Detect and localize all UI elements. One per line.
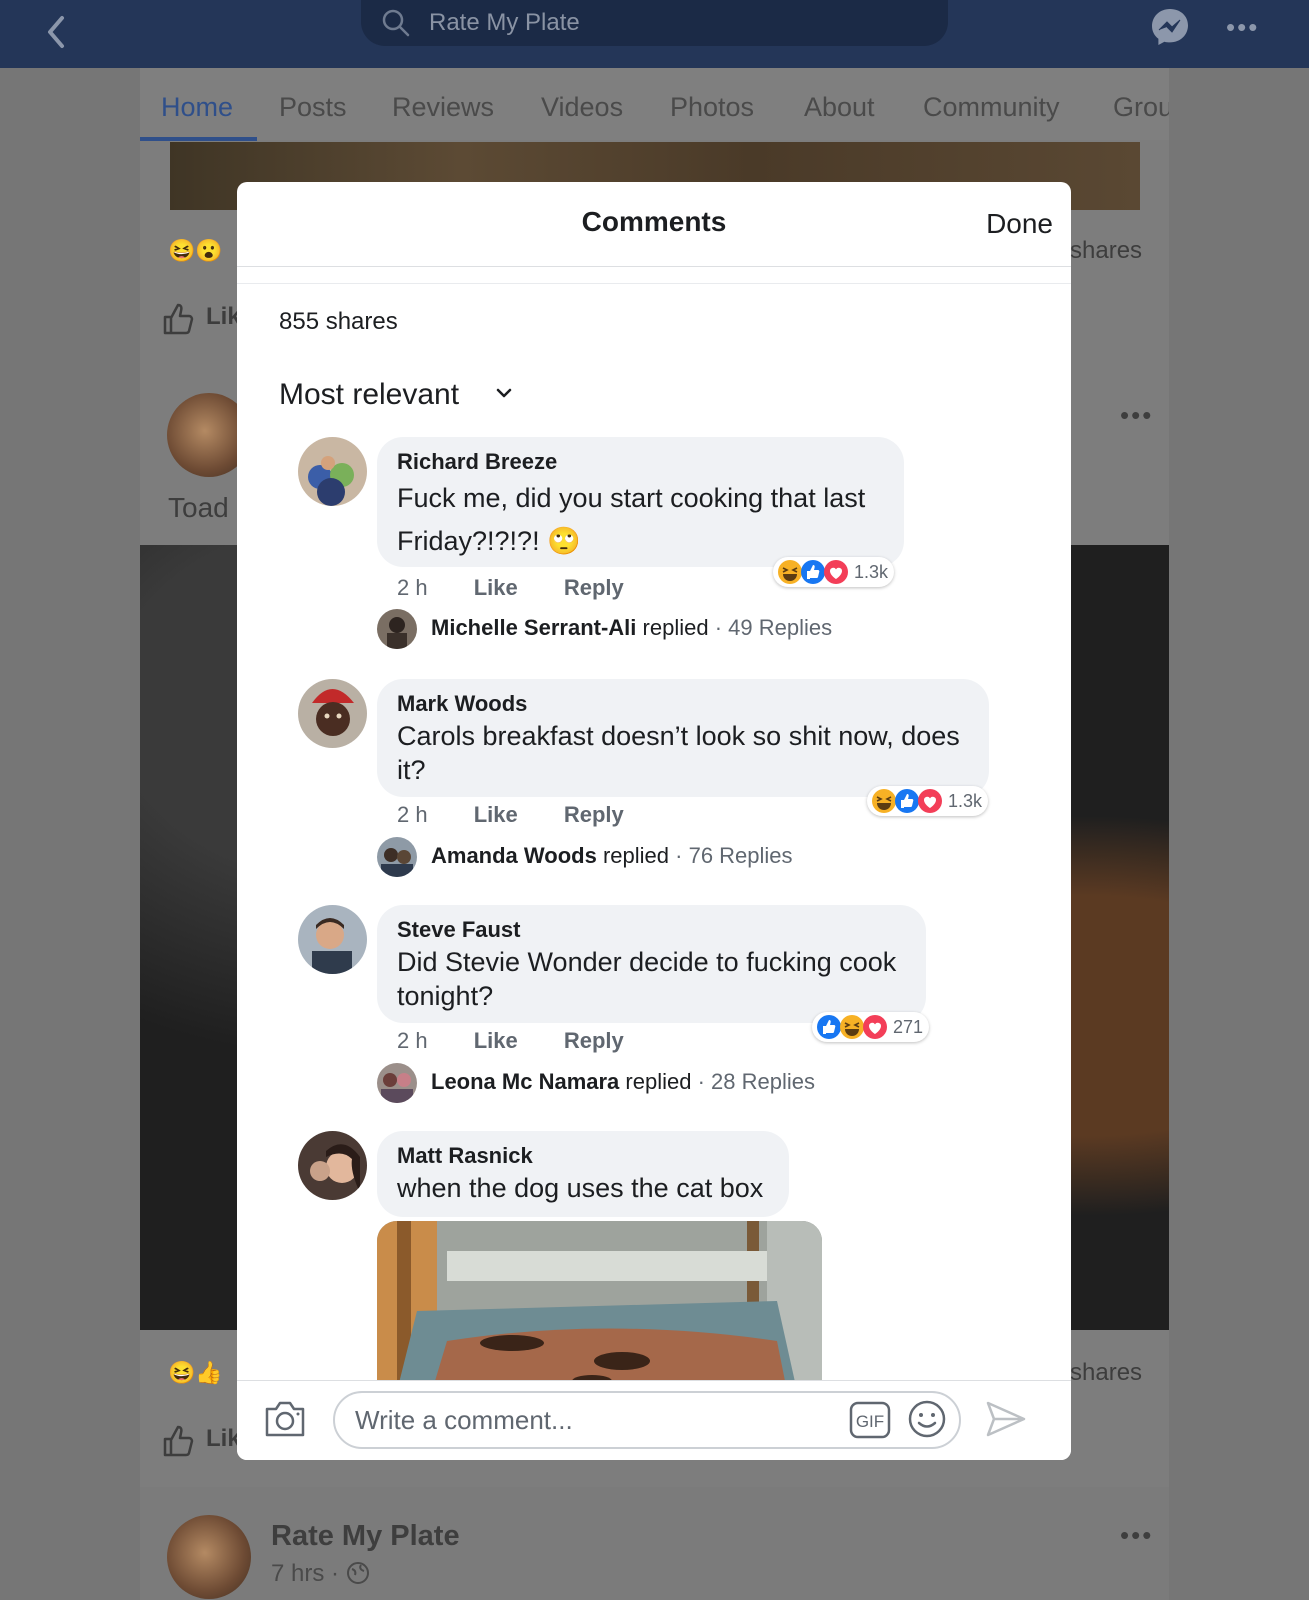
comment-text: Fuck me, did you start cooking that last… <box>397 483 866 556</box>
tab-videos[interactable]: Videos <box>541 92 623 123</box>
search-icon <box>382 9 410 37</box>
tab-about[interactable]: About <box>804 92 875 123</box>
reaction-summary[interactable]: 271 <box>812 1012 930 1042</box>
more-dots-icon[interactable]: ••• <box>1226 12 1259 43</box>
page-avatar-2 <box>167 1515 251 1599</box>
shares-count[interactable]: 855 shares <box>279 308 398 336</box>
comment-author[interactable]: Steve Faust <box>397 915 906 945</box>
reaction-summary[interactable]: 1.3k <box>867 786 989 816</box>
comment-time: 2 h <box>397 575 428 600</box>
comment-time: 2 h <box>397 1028 428 1053</box>
page-tabs: Home Posts Reviews Videos Photos About C… <box>140 68 1169 140</box>
reaction-count: 271 <box>893 1016 924 1037</box>
avatar <box>377 837 417 877</box>
reply-button[interactable]: Reply <box>564 575 624 600</box>
active-tab-indicator <box>140 137 257 141</box>
modal-title: Comments <box>581 206 727 237</box>
next-post-title[interactable]: Rate My Plate <box>271 1520 460 1553</box>
reply-button[interactable]: Reply <box>564 1028 624 1053</box>
done-button[interactable]: Done <box>986 208 1053 240</box>
bg-like-label-2[interactable]: Lik <box>206 1425 241 1453</box>
comment-author[interactable]: Matt Rasnick <box>397 1141 769 1171</box>
bg-reaction-icons: 😆😮 <box>168 238 223 263</box>
tab-posts[interactable]: Posts <box>279 92 347 123</box>
post-more-dots-icon[interactable]: ••• <box>1120 400 1153 431</box>
like-button[interactable]: Like <box>474 802 518 827</box>
reaction-count: 1.3k <box>948 790 983 811</box>
avatar[interactable] <box>298 905 367 974</box>
emoji-icon[interactable] <box>907 1399 947 1439</box>
sort-label: Most relevant <box>279 378 460 411</box>
replier-name: Leona Mc Namara <box>431 1069 620 1094</box>
comment-author[interactable]: Richard Breeze <box>397 447 884 477</box>
comment-bubble[interactable]: Mark Woods Carols breakfast doesn’t look… <box>377 679 989 797</box>
comment-attachment-image[interactable] <box>377 1221 822 1391</box>
love-icon <box>824 560 848 584</box>
avatar[interactable] <box>298 679 367 748</box>
reaction-count: 1.3k <box>854 561 889 582</box>
sort-dropdown[interactable]: Most relevant <box>279 378 512 412</box>
replies-count: 49 Replies <box>728 615 833 640</box>
reaction-summary[interactable]: 1.3k <box>773 557 895 587</box>
modal-header: Comments Done <box>237 182 1071 267</box>
avatar <box>377 1063 417 1103</box>
comment-time: 2 h <box>397 802 428 827</box>
next-post-more-dots-icon[interactable]: ••• <box>1120 1520 1153 1551</box>
next-post-meta: 7 hrs · <box>271 1560 370 1588</box>
back-arrow-icon[interactable] <box>38 10 72 54</box>
tab-community[interactable]: Community <box>923 92 1060 123</box>
comment-text: when the dog uses the cat box <box>397 1173 764 1203</box>
replies-count: 76 Replies <box>688 843 793 868</box>
replied-label: replied <box>625 1069 692 1094</box>
bg-shares-label-2: shares <box>1070 1359 1143 1386</box>
thumbs-up-icon-2 <box>163 1425 194 1457</box>
comment-actions: 2 h Like Reply <box>397 1028 664 1054</box>
tab-home[interactable]: Home <box>161 92 233 123</box>
gif-label: GIF <box>856 1412 884 1431</box>
comment-bubble[interactable]: Steve Faust Did Stevie Wonder decide to … <box>377 905 926 1023</box>
replied-label: replied <box>642 615 709 640</box>
comment-actions: 2 h Like Reply <box>397 802 664 828</box>
search-query: Rate My Plate <box>429 9 580 36</box>
divider <box>237 283 1071 284</box>
thumbs-up-icon <box>163 303 194 335</box>
love-icon <box>918 789 942 813</box>
bg-like-label[interactable]: Lik <box>206 303 241 331</box>
camera-icon[interactable] <box>263 1399 307 1439</box>
send-icon[interactable] <box>985 1399 1027 1439</box>
avatar <box>377 609 417 649</box>
comment-actions: 2 h Like Reply <box>397 575 664 601</box>
comment-text: Did Stevie Wonder decide to fucking cook… <box>397 947 897 1011</box>
love-icon <box>863 1015 887 1039</box>
avatar[interactable] <box>298 1131 367 1200</box>
top-navigation-bar: Rate My Plate ••• <box>0 0 1309 68</box>
like-button[interactable]: Like <box>474 1028 518 1053</box>
messenger-icon[interactable] <box>1149 6 1191 48</box>
replier-name: Amanda Woods <box>431 843 597 868</box>
replier-name: Michelle Serrant-Ali <box>431 615 637 640</box>
reply-button[interactable]: Reply <box>564 802 624 827</box>
comment-text: Carols breakfast doesn’t look so shit no… <box>397 721 960 785</box>
comments-modal: Comments Done 855 shares Most relevant R… <box>237 182 1071 1460</box>
globe-icon <box>346 1562 369 1584</box>
bg-shares-label: shares <box>1070 237 1143 264</box>
comment-author[interactable]: Mark Woods <box>397 689 969 719</box>
bg-post-text: Toad <box>168 492 229 523</box>
gif-icon[interactable]: GIF <box>849 1401 891 1439</box>
bg-reaction-icons-2: 😆👍 <box>168 1360 223 1385</box>
chevron-down-icon <box>496 388 512 398</box>
replies-count: 28 Replies <box>711 1069 815 1094</box>
tab-photos[interactable]: Photos <box>670 92 754 123</box>
comment-bubble[interactable]: Matt Rasnick when the dog uses the cat b… <box>377 1131 789 1217</box>
comment-composer: GIF <box>237 1380 1071 1460</box>
tab-groups[interactable]: Grou <box>1113 92 1169 123</box>
like-button[interactable]: Like <box>474 575 518 600</box>
search-bar[interactable]: Rate My Plate <box>361 0 948 46</box>
comment-bubble[interactable]: Richard Breeze Fuck me, did you start co… <box>377 437 904 567</box>
avatar[interactable] <box>298 437 367 506</box>
replied-label: replied <box>602 843 669 868</box>
tab-reviews[interactable]: Reviews <box>392 92 494 123</box>
